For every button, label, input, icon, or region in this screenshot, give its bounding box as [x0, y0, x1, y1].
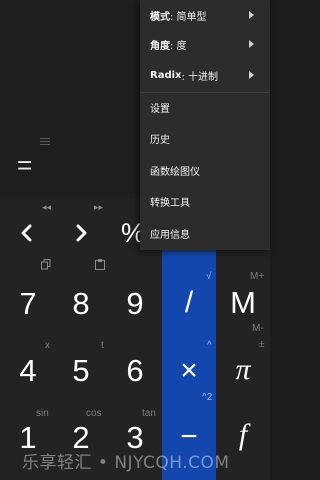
menu-item-mode[interactable]: 模式: 简单型	[140, 0, 270, 31]
sin-label[interactable]: sin	[36, 408, 49, 419]
power-label[interactable]: ^	[207, 340, 212, 351]
menu-item-app-info[interactable]: 应用信息	[140, 218, 270, 249]
x-variable-label[interactable]: x	[45, 340, 50, 351]
cursor-right-button[interactable]	[67, 220, 97, 246]
menu-radix-label: Radix	[150, 70, 182, 81]
copy-icon[interactable]	[41, 255, 51, 274]
paste-icon[interactable]	[95, 255, 105, 274]
square-label[interactable]: ^2	[202, 392, 212, 403]
menu-angle-value: : 度	[170, 41, 187, 52]
watermark: 乐享轻汇 • NJYCQH.COM	[22, 453, 230, 473]
memory-minus-label[interactable]: M-	[252, 323, 264, 334]
t-variable-label[interactable]: t	[101, 340, 104, 351]
digit-7-button[interactable]: 7	[8, 286, 48, 322]
menu-item-settings[interactable]: 设置	[140, 92, 270, 123]
chevron-left-icon	[21, 224, 32, 242]
equals-sign: =	[17, 150, 33, 180]
digit-5-button[interactable]: 5	[61, 353, 101, 389]
memory-button[interactable]: M	[216, 285, 270, 321]
submenu-arrow-icon	[249, 11, 254, 19]
overflow-menu: 模式: 简单型 角度: 度 Radix: 十进制 设置 历史 函数绘图仪 转换工…	[140, 0, 270, 250]
submenu-arrow-icon	[249, 40, 254, 48]
menu-mode-label: 模式	[150, 12, 170, 23]
chevron-right-icon	[76, 224, 87, 242]
sqrt-label[interactable]: √	[206, 271, 212, 282]
menu-item-plot[interactable]: 函数绘图仪	[140, 155, 270, 186]
menu-item-history[interactable]: 历史	[140, 123, 270, 154]
function-button[interactable]: f	[216, 418, 270, 452]
menu-mode-value: : 简单型	[170, 12, 207, 23]
digit-9-button[interactable]: 9	[115, 286, 155, 322]
menu-angle-label: 角度	[150, 41, 170, 52]
pi-button[interactable]: π	[216, 353, 270, 387]
rewind-icon[interactable]: ◂◂	[42, 203, 51, 213]
fast-forward-icon[interactable]: ▸▸	[94, 203, 103, 213]
submenu-arrow-icon	[249, 71, 254, 79]
cursor-left-button[interactable]	[14, 220, 44, 246]
menu-item-angle[interactable]: 角度: 度	[140, 29, 270, 60]
cos-label[interactable]: cos	[86, 408, 102, 419]
tan-label[interactable]: tan	[142, 408, 156, 419]
menu-radix-value: : 十进制	[181, 72, 219, 83]
digit-8-button[interactable]: 8	[61, 286, 101, 322]
divide-button[interactable]: /	[162, 286, 216, 320]
drag-handle-icon[interactable]	[40, 138, 50, 145]
multiply-button[interactable]: ×	[162, 354, 216, 388]
menu-item-radix[interactable]: Radix: 十进制	[140, 60, 270, 91]
digit-6-button[interactable]: 6	[115, 353, 155, 389]
menu-item-converter[interactable]: 转换工具	[140, 186, 270, 217]
digit-4-button[interactable]: 4	[8, 353, 48, 389]
memory-plus-label[interactable]: M+	[250, 271, 264, 282]
plus-minus-label[interactable]: ±	[259, 339, 265, 350]
